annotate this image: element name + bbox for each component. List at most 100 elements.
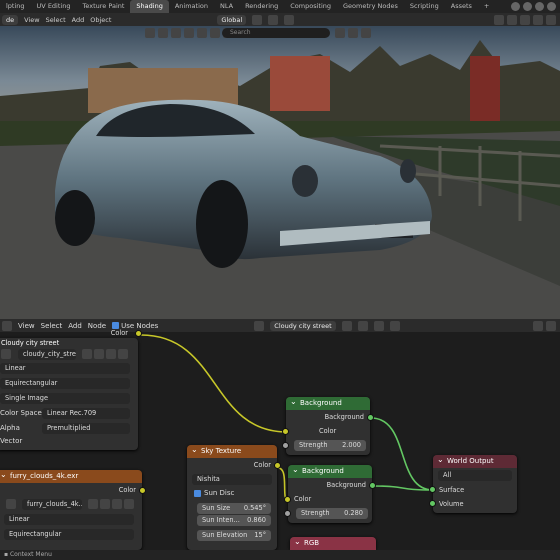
duplicate-icon[interactable] — [94, 349, 104, 359]
view-layer-icon[interactable] — [523, 2, 532, 11]
tab-animation[interactable]: Animation — [169, 0, 214, 13]
env-source-dropdown[interactable]: Single Image — [0, 393, 130, 404]
tab-geometry-nodes[interactable]: Geometry Nodes — [337, 0, 404, 13]
clouds-image-field[interactable]: furry_clouds_4k.... — [22, 499, 82, 510]
world-name-field[interactable]: Cloudy city street — [270, 320, 336, 331]
viewport-search-input[interactable]: Search — [222, 28, 330, 38]
tab-compositing[interactable]: Compositing — [284, 0, 337, 13]
background1-color-label: Color — [319, 427, 337, 435]
color-space-dropdown[interactable]: Linear Rec.709 — [42, 408, 130, 419]
funnel-icon[interactable] — [361, 28, 371, 38]
pin-icon[interactable] — [389, 320, 400, 331]
shading-solid-icon[interactable] — [533, 14, 543, 25]
close-icon[interactable] — [124, 499, 134, 509]
tab-assets[interactable]: Assets — [445, 0, 478, 13]
render-icon[interactable] — [535, 2, 544, 11]
add-menu[interactable]: Add — [72, 16, 85, 24]
background1-strength-socket[interactable] — [282, 442, 289, 449]
scene-icon[interactable] — [511, 2, 520, 11]
env-image-field[interactable]: cloudy_city_stre... — [18, 349, 76, 360]
tab-scripting[interactable]: Scripting — [404, 0, 445, 13]
open-folder-icon[interactable] — [106, 349, 116, 359]
node-editor[interactable]: Cloudy city street Color cloudy_city_str… — [0, 329, 560, 551]
env-projection-dropdown[interactable]: Equirectangular — [0, 378, 130, 389]
view-menu[interactable]: View — [24, 16, 39, 24]
sky-type-dropdown[interactable]: Nishita — [192, 474, 272, 485]
clouds-interpolation-dropdown[interactable]: Linear — [4, 514, 134, 525]
background1-color-socket[interactable] — [282, 428, 289, 435]
image-icon[interactable] — [1, 349, 11, 359]
surface-socket[interactable] — [429, 486, 436, 493]
settings-icon[interactable] — [547, 2, 556, 11]
editor-type-icon[interactable] — [2, 320, 12, 331]
tab-shading[interactable]: Shading — [130, 0, 169, 13]
sun-intensity-field[interactable]: Sun Inten... 0.860 — [197, 515, 271, 526]
overlay-icon[interactable] — [520, 14, 530, 25]
snap-icon[interactable] — [268, 14, 279, 25]
sun-size-field[interactable]: Sun Size 0.545° — [197, 503, 271, 514]
duplicate-icon[interactable] — [100, 499, 110, 509]
background2-output-socket[interactable] — [369, 482, 376, 489]
sky-texture-node[interactable]: Sky Texture Color Nishita Sun Disc Sun S… — [187, 443, 281, 550]
world-icon[interactable] — [197, 28, 207, 38]
environment-texture-node[interactable]: Cloudy city street Color cloudy_city_str… — [0, 329, 142, 450]
object-icon[interactable] — [145, 28, 155, 38]
material-icon[interactable] — [210, 28, 220, 38]
3d-viewport[interactable]: Search — [0, 26, 560, 319]
node-view-menu[interactable]: View — [18, 322, 35, 330]
alpha-dropdown[interactable]: Premultiplied — [42, 423, 130, 434]
tab-texture-paint[interactable]: Texture Paint — [76, 0, 130, 13]
background-node-2[interactable]: Background Background Color Strength 0.2… — [284, 463, 376, 523]
gizmo-icon[interactable] — [507, 14, 517, 25]
camera-icon[interactable] — [171, 28, 181, 38]
background2-color-socket[interactable] — [284, 496, 291, 503]
env-interpolation-dropdown[interactable]: Linear — [0, 363, 130, 374]
image-icon[interactable] — [6, 499, 16, 509]
background2-strength-socket[interactable] — [284, 510, 291, 517]
select-menu[interactable]: Select — [46, 16, 66, 24]
tab-rendering[interactable]: Rendering — [239, 0, 284, 13]
fake-user-icon[interactable] — [82, 349, 92, 359]
restrict-icon[interactable] — [348, 28, 358, 38]
add-workspace-button[interactable]: + — [478, 0, 495, 13]
visibility-icon[interactable] — [494, 14, 504, 25]
fake-user-icon[interactable] — [88, 499, 98, 509]
world-output-node[interactable]: World Output All Surface Volume — [429, 453, 517, 513]
filter-icon[interactable] — [335, 28, 345, 38]
world-output-target-dropdown[interactable]: All — [438, 470, 512, 481]
sky-color-output: Color — [253, 461, 271, 469]
fake-user-icon[interactable] — [341, 320, 352, 331]
clouds-image-node[interactable]: furry_clouds_4k.exr Color furry_clouds_4… — [0, 468, 146, 550]
duplicate-icon[interactable] — [357, 320, 368, 331]
unlink-icon[interactable] — [373, 320, 384, 331]
light-icon[interactable] — [184, 28, 194, 38]
clouds-projection-dropdown[interactable]: Equirectangular — [4, 529, 134, 540]
node-select-menu[interactable]: Select — [41, 322, 63, 330]
rgb-node[interactable]: RGB — [290, 535, 376, 551]
orientation-dropdown[interactable]: Global — [217, 14, 247, 25]
mode-dropdown[interactable]: de — [2, 14, 19, 25]
sun-elevation-field[interactable]: Sun Elevation 15° — [197, 530, 271, 541]
object-menu[interactable]: Object — [90, 16, 111, 24]
clouds-color-socket[interactable] — [139, 487, 146, 494]
background2-strength-field[interactable]: Strength 0.280 — [296, 508, 368, 519]
background1-output-socket[interactable] — [367, 414, 374, 421]
close-icon[interactable] — [118, 349, 128, 359]
tab-scripting-clipped[interactable]: lpting — [0, 0, 31, 13]
tab-uv-editing[interactable]: UV Editing — [31, 0, 77, 13]
background-node-1[interactable]: Background Background Color Strength 2.0… — [282, 395, 374, 455]
env-color-socket[interactable] — [135, 330, 142, 337]
overlay-node-icon[interactable] — [533, 320, 543, 331]
mesh-icon[interactable] — [158, 28, 168, 38]
background1-strength-field[interactable]: Strength 2.000 — [294, 440, 366, 451]
open-folder-icon[interactable] — [112, 499, 122, 509]
tab-nla[interactable]: NLA — [214, 0, 239, 13]
sky-color-socket[interactable] — [274, 462, 281, 469]
pivot-icon[interactable] — [252, 14, 263, 25]
snap-node-icon[interactable] — [546, 320, 556, 331]
world-type-icon[interactable] — [254, 320, 265, 331]
sun-disc-checkbox[interactable] — [194, 490, 201, 497]
shading-render-icon[interactable] — [546, 14, 556, 25]
proportional-icon[interactable] — [284, 14, 295, 25]
volume-socket[interactable] — [429, 500, 436, 507]
